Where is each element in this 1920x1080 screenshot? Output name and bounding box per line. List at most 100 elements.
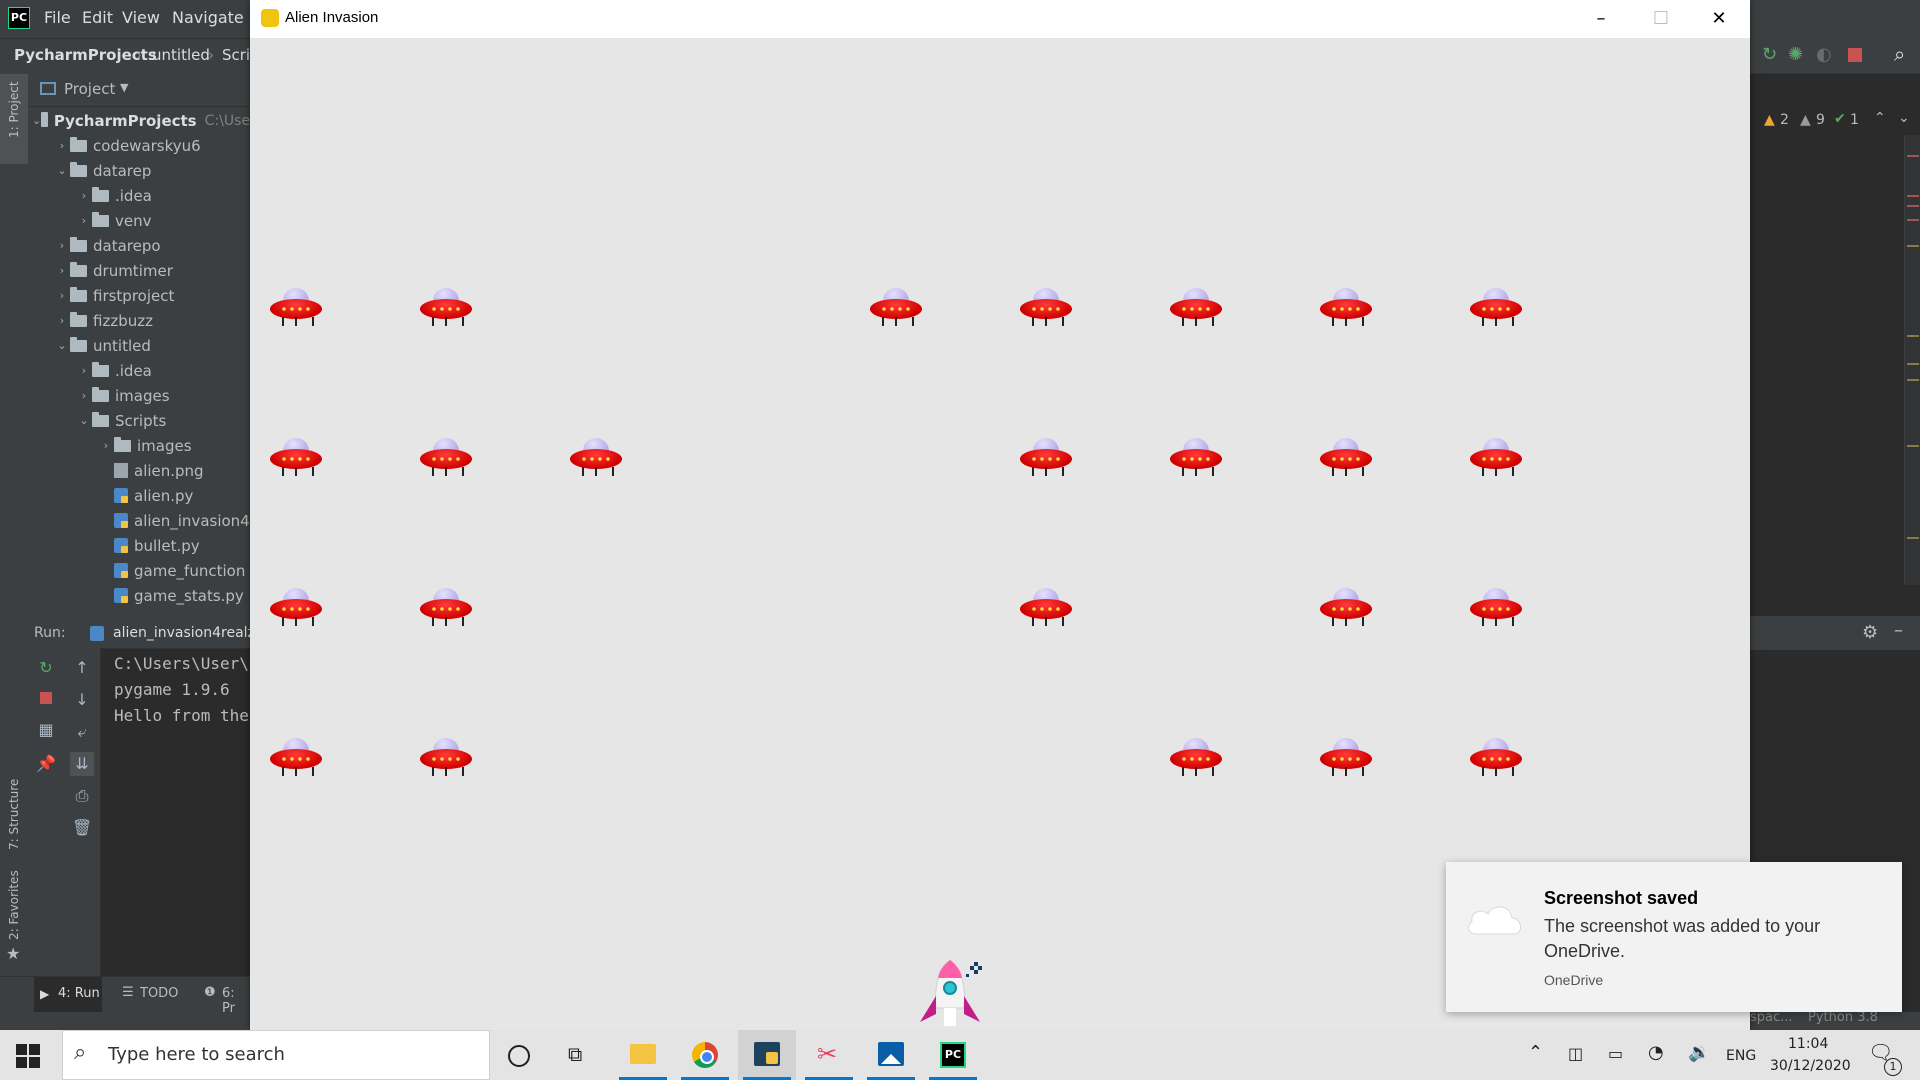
warning-count[interactable]: 2: [1780, 112, 1789, 128]
tree-item[interactable]: › datarepo: [32, 233, 250, 258]
maximize-button[interactable]: ☐: [1638, 6, 1684, 32]
chevron-right-icon[interactable]: ›: [76, 389, 92, 402]
tab-run[interactable]: 4: Run: [58, 986, 100, 1001]
menu-file[interactable]: File: [44, 8, 71, 27]
tree-item[interactable]: › firstproject: [32, 283, 250, 308]
menu-edit[interactable]: Edit: [82, 8, 113, 27]
chevron-right-icon[interactable]: ›: [76, 189, 92, 202]
project-label[interactable]: Project: [64, 80, 115, 98]
tree-item[interactable]: game_stats.py: [32, 583, 250, 608]
chevron-down-icon[interactable]: ⌄: [54, 164, 70, 177]
tree-item[interactable]: › images: [32, 433, 250, 458]
tree-item[interactable]: alien.png: [32, 458, 250, 483]
minimize-button[interactable]: –: [1578, 6, 1624, 32]
stop-icon[interactable]: [1848, 48, 1862, 62]
windows-start-icon[interactable]: [16, 1044, 40, 1068]
side-tab-favorites[interactable]: 2: Favorites: [7, 870, 21, 940]
tree-item[interactable]: › drumtimer: [32, 258, 250, 283]
tree-item[interactable]: › .idea: [32, 358, 250, 383]
chevron-down-icon[interactable]: ⌄: [76, 414, 92, 427]
volume-icon[interactable]: 🔉: [1688, 1042, 1710, 1063]
weak-warning-count[interactable]: 9: [1816, 112, 1825, 128]
tree-item[interactable]: › venv: [32, 208, 250, 233]
breadcrumb-scripts[interactable]: Scri: [222, 46, 250, 64]
minimize-icon[interactable]: –: [1894, 620, 1903, 641]
tree-item[interactable]: › codewarskyu6: [32, 133, 250, 158]
arrow-down-icon[interactable]: ↓: [72, 690, 92, 710]
meet-now-icon[interactable]: ◫: [1568, 1044, 1583, 1063]
scroll-to-end-icon[interactable]: ⇊: [70, 752, 94, 776]
warning-marker[interactable]: [1907, 363, 1919, 365]
search-placeholder[interactable]: Type here to search: [108, 1044, 285, 1065]
arrow-up-icon[interactable]: ↑: [72, 658, 92, 678]
chevron-down-icon[interactable]: ▼: [120, 81, 128, 94]
debug-icon[interactable]: ✺: [1788, 44, 1803, 65]
chevron-right-icon[interactable]: ›: [54, 139, 70, 152]
chevron-up-icon[interactable]: ⌃: [1874, 110, 1886, 126]
battery-icon[interactable]: ▭: [1608, 1044, 1623, 1063]
chevron-right-icon[interactable]: ›: [98, 439, 114, 452]
tab-todo[interactable]: TODO: [140, 986, 178, 1001]
warning-marker[interactable]: [1907, 379, 1919, 381]
notification-toast[interactable]: Screenshot saved The screenshot was adde…: [1446, 862, 1902, 1012]
warning-marker[interactable]: [1907, 335, 1919, 337]
chevron-down-icon[interactable]: ⌄: [54, 339, 70, 352]
layout-icon[interactable]: ▦: [36, 720, 56, 740]
error-marker[interactable]: [1907, 195, 1919, 197]
language-indicator[interactable]: ENG: [1726, 1048, 1756, 1064]
menu-navigate[interactable]: Navigate: [172, 8, 244, 27]
ok-count[interactable]: 1: [1850, 112, 1859, 128]
tree-item[interactable]: › images: [32, 383, 250, 408]
chevron-right-icon[interactable]: ›: [54, 289, 70, 302]
file-explorer-app[interactable]: [614, 1030, 672, 1080]
cortana-icon[interactable]: [508, 1045, 530, 1067]
side-tab-structure[interactable]: 7: Structure: [7, 779, 21, 850]
status-indent[interactable]: spac...: [1750, 1010, 1793, 1025]
python-app[interactable]: [738, 1030, 796, 1080]
snipping-tool-app[interactable]: ✂: [800, 1030, 858, 1080]
chrome-app[interactable]: [676, 1030, 734, 1080]
search-icon[interactable]: ⌕: [1894, 42, 1905, 66]
clock-date[interactable]: 30/12/2020: [1770, 1058, 1851, 1074]
tree-item[interactable]: ⌄ datarep: [32, 158, 250, 183]
tree-item[interactable]: ⌄ Scripts: [32, 408, 250, 433]
chevron-right-icon[interactable]: ›: [54, 239, 70, 252]
chevron-up-icon[interactable]: ⌃: [1528, 1042, 1543, 1063]
chevron-right-icon[interactable]: ›: [54, 314, 70, 327]
error-marker[interactable]: [1907, 155, 1919, 157]
error-marker[interactable]: [1907, 219, 1919, 221]
soft-wrap-icon[interactable]: ⤶: [72, 722, 92, 742]
photos-app[interactable]: [862, 1030, 920, 1080]
chevron-down-icon[interactable]: ⌄: [1898, 110, 1910, 126]
chevron-right-icon[interactable]: ›: [54, 264, 70, 277]
run-config-tab[interactable]: alien_invasion4realz: [113, 625, 255, 641]
rerun-icon[interactable]: ↻: [1762, 44, 1777, 65]
tree-item[interactable]: › fizzbuzz: [32, 308, 250, 333]
gear-icon[interactable]: ⚙: [1862, 622, 1878, 643]
side-tab-project[interactable]: 1: Project: [7, 81, 21, 138]
wifi-icon[interactable]: ◔: [1648, 1042, 1664, 1063]
task-view-icon[interactable]: ⧉: [568, 1042, 582, 1066]
tree-item[interactable]: game_function: [32, 558, 250, 583]
print-icon[interactable]: ⎙: [72, 786, 92, 806]
trash-icon[interactable]: 🗑: [72, 818, 92, 838]
error-marker[interactable]: [1907, 205, 1919, 207]
status-interpreter[interactable]: Python 3.8: [1808, 1010, 1878, 1025]
rerun-icon[interactable]: ↻: [36, 658, 56, 678]
menu-view[interactable]: View: [122, 8, 160, 27]
tree-item[interactable]: › .idea: [32, 183, 250, 208]
pycharm-app[interactable]: PC: [924, 1030, 982, 1080]
tree-item[interactable]: ⌄ untitled: [32, 333, 250, 358]
pin-icon[interactable]: 📌: [36, 754, 56, 774]
tree-item[interactable]: alien.py: [32, 483, 250, 508]
chevron-right-icon[interactable]: ›: [76, 364, 92, 377]
warning-marker[interactable]: [1907, 245, 1919, 247]
coverage-icon[interactable]: ◐: [1816, 44, 1832, 65]
tree-item[interactable]: alien_invasion4: [32, 508, 250, 533]
close-button[interactable]: ✕: [1696, 6, 1742, 32]
clock-time[interactable]: 11:04: [1788, 1036, 1828, 1052]
tree-item[interactable]: bullet.py: [32, 533, 250, 558]
tree-item[interactable]: ⌄ PycharmProjects C:\Use: [32, 108, 250, 133]
breadcrumb-untitled[interactable]: untitled: [152, 46, 210, 64]
warning-marker[interactable]: [1907, 537, 1919, 539]
